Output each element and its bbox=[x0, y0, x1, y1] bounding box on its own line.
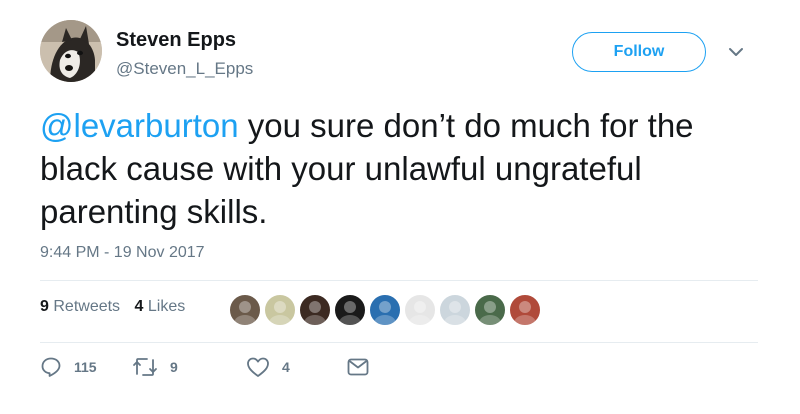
tweet-text-line-2: black cause with your unlawful ungratefu… bbox=[40, 150, 642, 187]
retweets-label: Retweets bbox=[53, 298, 121, 315]
likes-stat[interactable]: 4 Likes bbox=[135, 298, 186, 316]
liker-avatar-3[interactable] bbox=[298, 293, 332, 327]
retweet-button[interactable]: 9 bbox=[132, 354, 178, 380]
retweet-icon bbox=[133, 358, 157, 376]
direct-message-button[interactable] bbox=[346, 354, 370, 380]
liker-avatar-5[interactable] bbox=[368, 293, 402, 327]
mention-link[interactable]: @levarburton bbox=[40, 107, 239, 144]
like-count: 4 bbox=[282, 359, 290, 375]
tweet-text: @levarburton you sure don’t do much for … bbox=[40, 104, 760, 233]
author-avatar[interactable] bbox=[40, 20, 102, 82]
reply-count: 115 bbox=[74, 359, 97, 375]
divider bbox=[40, 342, 758, 343]
tweet-timestamp[interactable]: 9:44 PM - 19 Nov 2017 bbox=[40, 244, 205, 262]
reply-button[interactable]: 115 bbox=[40, 354, 97, 380]
author-display-name[interactable]: Steven Epps bbox=[116, 29, 236, 52]
liker-avatar-2[interactable] bbox=[263, 293, 297, 327]
liker-avatar-8[interactable] bbox=[473, 293, 507, 327]
tweet-text-line-3: parenting skills. bbox=[40, 193, 268, 230]
follow-button[interactable]: Follow bbox=[572, 32, 706, 72]
retweet-count: 9 bbox=[170, 359, 178, 375]
tweet-card: Steven Epps @Steven_L_Epps Follow @levar… bbox=[0, 0, 800, 414]
tweet-stats: 9 Retweets 4 Likes bbox=[40, 298, 195, 316]
liker-avatar-4[interactable] bbox=[333, 293, 367, 327]
liker-avatar-6[interactable] bbox=[403, 293, 437, 327]
envelope-icon bbox=[347, 358, 369, 376]
likes-label: Likes bbox=[147, 298, 186, 315]
retweets-stat[interactable]: 9 Retweets bbox=[40, 298, 120, 316]
like-button[interactable]: 4 bbox=[246, 354, 290, 380]
author-username[interactable]: @Steven_L_Epps bbox=[116, 59, 253, 79]
chevron-down-icon[interactable] bbox=[727, 45, 745, 59]
liker-avatar-9[interactable] bbox=[508, 293, 542, 327]
likes-count: 4 bbox=[134, 298, 144, 315]
heart-icon bbox=[247, 357, 269, 377]
retweets-count: 9 bbox=[40, 298, 49, 315]
divider bbox=[40, 280, 758, 281]
reply-icon bbox=[41, 357, 61, 377]
liker-avatar-1[interactable] bbox=[228, 293, 262, 327]
liker-avatar-7[interactable] bbox=[438, 293, 472, 327]
tweet-text-line-1: you sure don’t do much for the bbox=[238, 107, 694, 144]
